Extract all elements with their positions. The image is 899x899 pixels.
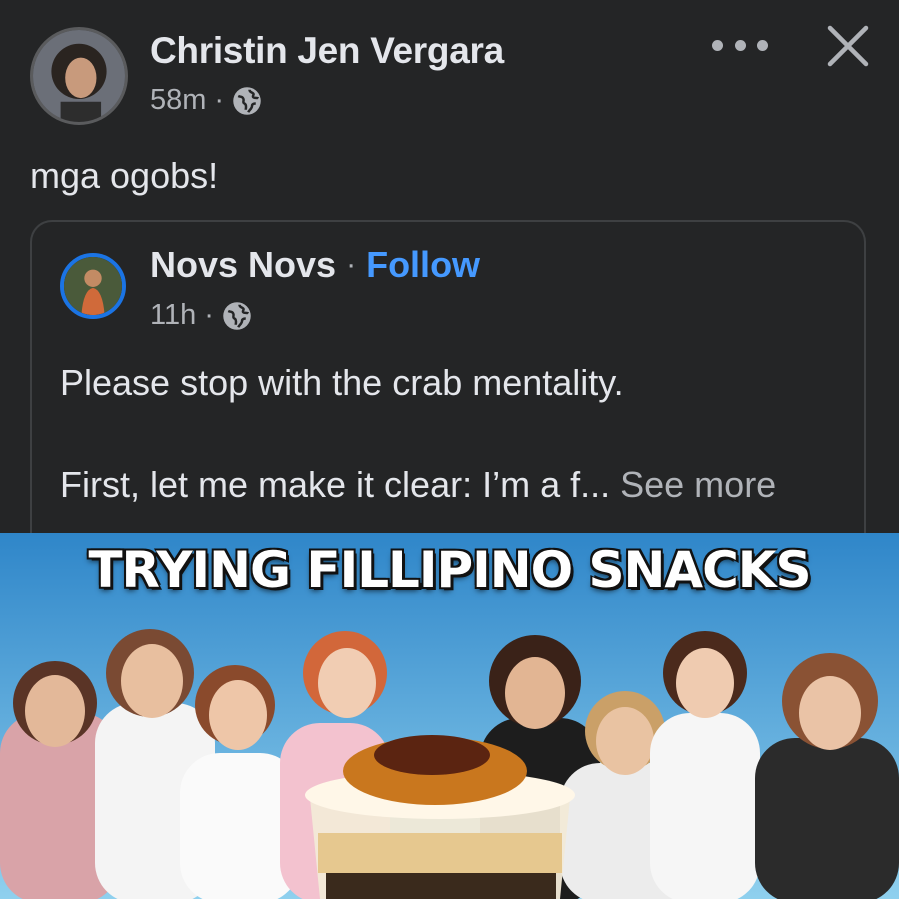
globe-icon bbox=[232, 86, 262, 116]
shared-author-row: Novs Novs · Follow bbox=[150, 244, 480, 286]
shared-author-name[interactable]: Novs Novs bbox=[150, 244, 336, 286]
follow-button[interactable]: Follow bbox=[366, 244, 480, 286]
thumbnail-title: TRYING FILLIPINO SNACKS bbox=[88, 541, 811, 599]
shared-post-thumbnail[interactable]: TRYING FILLIPINO SNACKS bbox=[0, 533, 899, 899]
post-time[interactable]: 58m bbox=[150, 84, 206, 117]
see-more-link[interactable]: See more bbox=[620, 464, 776, 505]
author-name[interactable]: Christin Jen Vergara bbox=[150, 30, 504, 72]
post-text: mga ogobs! bbox=[30, 155, 219, 196]
shared-author-avatar[interactable] bbox=[60, 253, 126, 319]
more-horizontal-icon[interactable] bbox=[712, 32, 768, 58]
globe-icon bbox=[222, 301, 252, 331]
shared-post-text-line: Please stop with the crab mentality. bbox=[60, 362, 624, 403]
author-avatar[interactable] bbox=[30, 27, 128, 125]
meta-separator: · bbox=[214, 84, 225, 116]
avatar-image bbox=[64, 257, 122, 315]
meta-separator: · bbox=[204, 299, 214, 331]
meta-separator: · bbox=[346, 248, 357, 281]
shared-post-time[interactable]: 11h bbox=[150, 299, 196, 332]
shared-post-text-truncated: First, let me make it clear: I’m a f... … bbox=[60, 464, 776, 506]
post-meta: 58m · bbox=[150, 84, 262, 117]
close-icon[interactable] bbox=[824, 22, 872, 70]
shared-post-meta: 11h · bbox=[150, 299, 252, 332]
avatar-image bbox=[33, 30, 125, 122]
shared-post-text-line: First, let me make it clear: I’m a f... bbox=[60, 464, 611, 505]
